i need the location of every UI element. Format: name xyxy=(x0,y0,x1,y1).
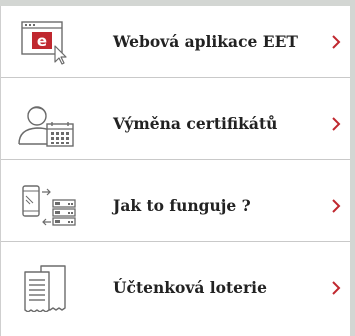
chevron-right-icon xyxy=(330,116,342,132)
menu-item-label: Výměna certifikátů xyxy=(113,114,278,133)
web-app-icon: e xyxy=(15,18,81,66)
separator xyxy=(1,159,350,160)
menu-item-receipt-lottery[interactable]: Účtenková loterie xyxy=(1,252,350,324)
menu-item-label: Jak to funguje ? xyxy=(113,196,251,215)
certificate-user-icon xyxy=(15,100,81,148)
separator xyxy=(1,241,350,242)
chevron-right-icon xyxy=(330,280,342,296)
menu-item-label: Účtenková loterie xyxy=(113,278,267,297)
chevron-right-icon xyxy=(330,34,342,50)
receipts-icon xyxy=(15,264,81,312)
separator xyxy=(1,77,350,78)
menu-item-web-app[interactable]: e Webová aplikace EET xyxy=(1,6,350,78)
svg-text:e: e xyxy=(37,32,47,50)
menu-item-how-it-works[interactable]: Jak to funguje ? xyxy=(1,170,350,242)
menu-item-label: Webová aplikace EET xyxy=(113,32,298,51)
eet-menu: e Webová aplikace EET Výměna certifikátů… xyxy=(0,6,350,336)
device-server-icon xyxy=(15,182,81,230)
menu-item-certificate-exchange[interactable]: Výměna certifikátů xyxy=(1,88,350,160)
chevron-right-icon xyxy=(330,198,342,214)
